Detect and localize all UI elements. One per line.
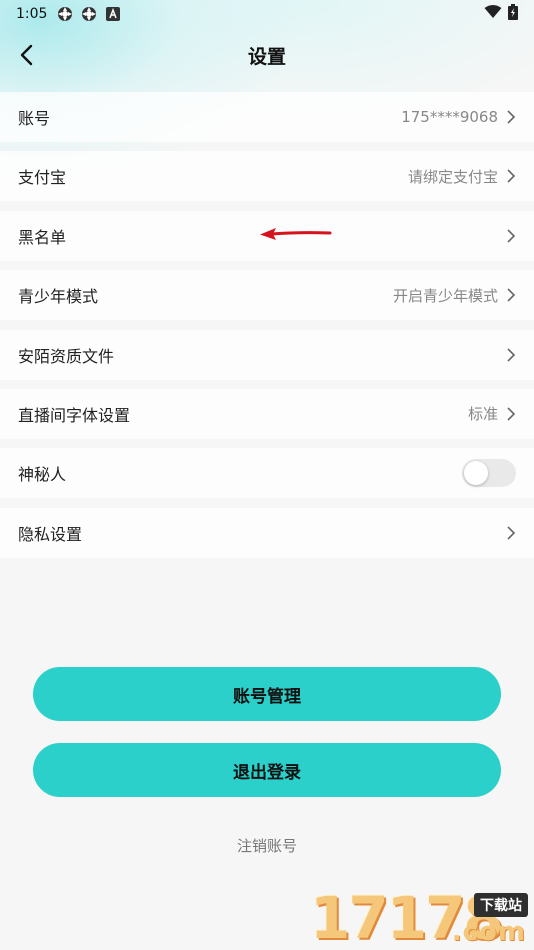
account-manage-button[interactable]: 账号管理 <box>33 667 501 721</box>
settings-row-value: 开启青少年模式 <box>392 286 498 305</box>
mystery-person-toggle[interactable] <box>462 459 516 488</box>
settings-row-value: 请绑定支付宝 <box>407 167 498 186</box>
settings-row-account[interactable]: 账号 175****9068 <box>0 92 534 142</box>
settings-row-alipay[interactable]: 支付宝 请绑定支付宝 <box>0 151 534 202</box>
settings-row-label: 账号 <box>18 109 51 128</box>
red-arrow-annotation-icon <box>260 228 332 240</box>
settings-row-qualification-docs[interactable]: 安陌资质文件 <box>0 329 534 380</box>
chevron-right-icon <box>506 406 516 422</box>
status-time: 1:05 <box>16 6 48 22</box>
chevron-right-icon <box>506 525 516 541</box>
chevron-right-icon <box>506 287 516 303</box>
settings-row-label: 隐私设置 <box>18 524 83 544</box>
navigation-bar: 设置 <box>0 34 534 76</box>
settings-row-teen-mode[interactable]: 青少年模式 开启青少年模式 <box>0 270 534 321</box>
wifi-icon <box>484 5 502 23</box>
settings-row-label: 直播间字体设置 <box>18 405 131 425</box>
chevron-right-icon <box>506 347 516 363</box>
toggle-knob <box>464 461 488 486</box>
settings-gear-icon <box>79 4 99 24</box>
settings-row-privacy[interactable]: 隐私设置 <box>0 507 534 558</box>
settings-row-label: 青少年模式 <box>18 287 99 307</box>
chevron-right-icon <box>506 109 516 125</box>
cancel-account-link[interactable]: 注销账号 <box>0 835 534 856</box>
status-bar: 1:05 <box>0 0 534 28</box>
settings-list: 账号 175****9068 支付宝 请绑定支付宝 黑名单 青少年模式 开启青少… <box>0 92 534 567</box>
page-title: 设置 <box>247 45 286 68</box>
font-a-icon <box>103 4 123 24</box>
settings-row-mystery-person: 神秘人 <box>0 448 534 499</box>
chevron-right-icon <box>506 168 516 184</box>
site-watermark-logo: 17178 下载站 .com <box>310 885 534 950</box>
settings-row-label: 黑名单 <box>18 227 67 247</box>
settings-row-label: 支付宝 <box>18 168 67 188</box>
settings-gear-icon <box>55 4 75 24</box>
settings-row-label: 安陌资质文件 <box>18 346 115 366</box>
chevron-left-icon[interactable] <box>14 42 40 68</box>
settings-row-value: 175****9068 <box>401 108 498 126</box>
logout-button[interactable]: 退出登录 <box>33 743 501 797</box>
watermark-suffix: .com <box>451 917 526 947</box>
settings-row-live-font[interactable]: 直播间字体设置 标准 <box>0 388 534 439</box>
battery-charging-icon <box>508 4 518 24</box>
watermark-badge: 下载站 <box>474 893 528 917</box>
settings-row-label: 神秘人 <box>18 465 67 485</box>
settings-row-value: 标准 <box>467 405 498 424</box>
chevron-right-icon <box>506 228 516 244</box>
